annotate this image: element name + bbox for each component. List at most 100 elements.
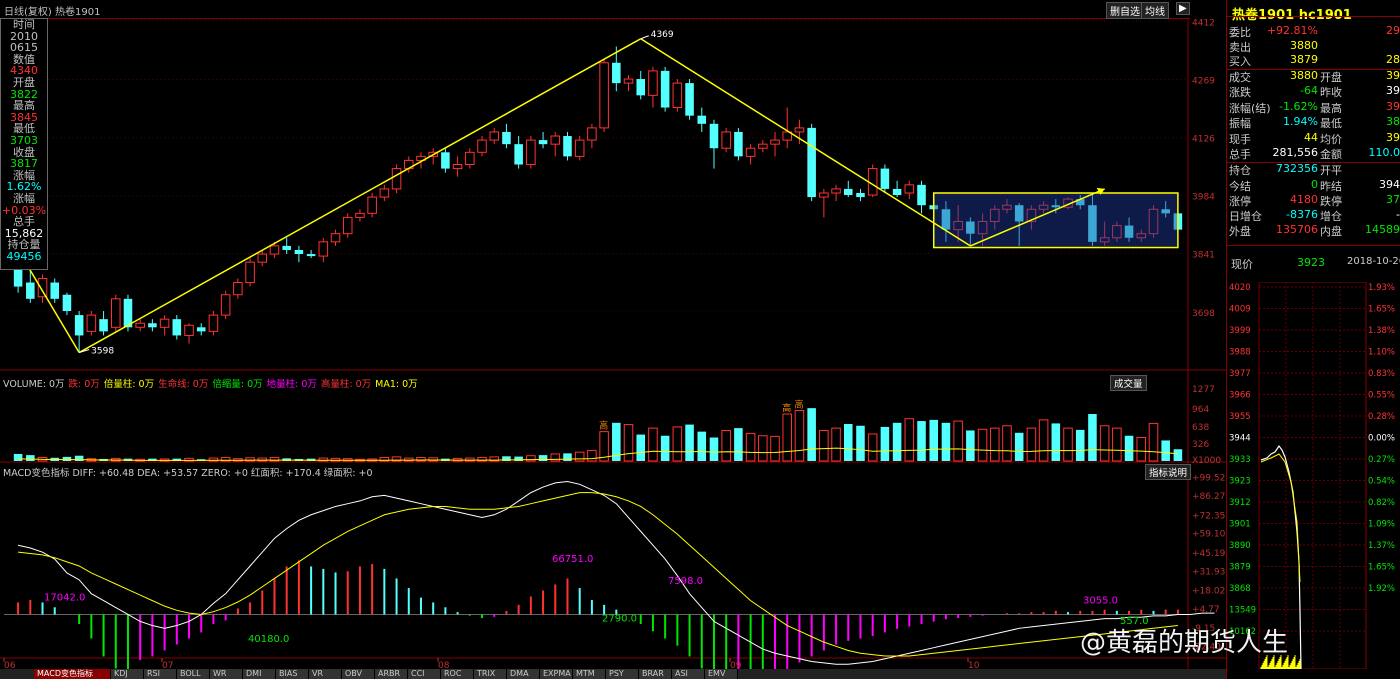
candle-body xyxy=(269,245,280,255)
indicator-tab[interactable]: CCI xyxy=(408,669,441,679)
mini-right-tick: 0.54% xyxy=(1368,477,1395,487)
current-price-row: 现价 3923 2018-10-26, xyxy=(1229,256,1400,271)
indicator-tab[interactable]: VR xyxy=(309,669,342,679)
candle-body xyxy=(843,188,853,196)
mini-left-tick: 4020 xyxy=(1229,283,1251,293)
mini-right-tick: 0.83% xyxy=(1368,369,1395,379)
play-icon[interactable]: ▶ xyxy=(1176,2,1190,15)
quote-divider xyxy=(1227,69,1400,70)
quote-label-2: 金额 xyxy=(1320,148,1342,161)
indicator-tab[interactable]: DMA xyxy=(507,669,540,679)
mini-left-tick: 3999 xyxy=(1229,326,1251,336)
current-price-label: 现价 xyxy=(1231,258,1253,271)
quote-label-2: 均价 xyxy=(1320,133,1342,146)
volume-indicator-button[interactable]: 成交量 xyxy=(1110,375,1147,391)
contract-title: 热卷1901 hc1901 xyxy=(1232,8,1352,23)
chart-header: 日线(复权) 热卷1901 删自选 均线 ▶ xyxy=(0,0,1190,19)
indicator-tab[interactable]: EXPMA xyxy=(540,669,573,679)
volume-bar xyxy=(709,437,719,461)
volume-high-marker: 高 xyxy=(794,398,803,410)
x-tick-label: 06 xyxy=(4,661,16,669)
quote-label-1: 涨停 xyxy=(1229,195,1251,208)
candle-body xyxy=(563,136,572,157)
volume-bar xyxy=(734,428,743,461)
moving-average-button[interactable]: 均线 xyxy=(1141,2,1169,19)
mini-right-tick: 1.92% xyxy=(1368,584,1395,594)
quote-value-1: 3880 xyxy=(1290,39,1318,52)
candle-body xyxy=(306,254,316,257)
candle-body xyxy=(917,184,926,206)
volume-legend-item: MA1: 0万 xyxy=(375,379,418,390)
indicator-tab[interactable]: ROC xyxy=(441,669,474,679)
volume-bar xyxy=(770,435,780,462)
volume-legend-item: 地量柱: 0万 xyxy=(266,379,317,390)
volume-bar xyxy=(989,427,1000,462)
candle-body xyxy=(574,139,585,157)
indicator-tab[interactable]: BRAR xyxy=(639,669,672,679)
intraday-mini-chart[interactable]: 4020 4009 3999 3988 3977 3966 3955 3944 3933 3923… xyxy=(1227,282,1400,669)
indicator-tab[interactable]: MTM xyxy=(573,669,606,679)
candle-body xyxy=(208,314,219,332)
volume-legend-item: 倍量柱: 0万 xyxy=(103,379,155,390)
indicator-tab[interactable]: EMV xyxy=(705,669,738,679)
quote-value-1: -8376 xyxy=(1286,208,1318,221)
info-value: 3703 xyxy=(10,133,38,147)
macd-legend: MACD变色指标 DIFF: +60.48 DEA: +53.57 ZERO: … xyxy=(3,468,373,479)
mini-right-tick: 0.00% xyxy=(1368,434,1395,444)
quote-label-1: 成交 xyxy=(1229,71,1251,84)
candle-body xyxy=(99,319,108,332)
quote-label-1: 日增仓 xyxy=(1229,210,1262,223)
indicator-tab[interactable]: BIAS xyxy=(276,669,309,679)
candle-body xyxy=(233,282,243,296)
indicator-tab[interactable]: MACD变色指标 xyxy=(34,669,111,679)
mini-left-tick: 3912 xyxy=(1229,498,1251,508)
quote-row: 外盘 135706 内盘 14589 xyxy=(1229,223,1400,238)
candle-body xyxy=(330,233,341,243)
indicator-tab[interactable]: BOLL xyxy=(177,669,210,679)
volume-bar xyxy=(1148,422,1159,462)
mini-left-tick: 3901 xyxy=(1229,520,1251,530)
indicator-tab[interactable]: WR xyxy=(210,669,243,679)
mini-right-tick: 0.27% xyxy=(1368,455,1395,465)
candle-body xyxy=(587,127,597,141)
quote-value-1: 732356 xyxy=(1276,162,1318,175)
volume-bar xyxy=(1161,440,1170,461)
chart-canvas[interactable]: 4412 4269 4126 3984 3841 3698 4369 3598 1277 964 6… xyxy=(0,18,1226,669)
price-tick-label: 3841 xyxy=(1192,251,1215,261)
candle-body xyxy=(245,261,255,284)
indicator-tab[interactable]: TRIX xyxy=(474,669,507,679)
macd-area-label: 2790.0 xyxy=(602,613,637,624)
indicator-tab[interactable]: DMI xyxy=(243,669,276,679)
candle-body xyxy=(257,253,268,263)
quote-label-2: 跌停 xyxy=(1320,195,1342,208)
volume-bar xyxy=(1136,437,1147,462)
indicator-tab[interactable]: PSY xyxy=(606,669,639,679)
candle-body xyxy=(196,327,206,332)
current-price-value: 3923 xyxy=(1297,256,1325,269)
candle-body xyxy=(220,294,231,316)
quote-row: 总手 281,556 金额 110.0 xyxy=(1229,146,1400,161)
quote-value-1: -1.62% xyxy=(1279,100,1318,113)
quote-label-1: 总手 xyxy=(1229,148,1251,161)
quote-value-2: - xyxy=(1396,208,1400,221)
high-pointer xyxy=(640,35,649,40)
quote-value-1: 281,556 xyxy=(1272,146,1319,159)
mini-right-tick: 1.65% xyxy=(1368,305,1395,315)
remove-watchlist-button[interactable]: 删自选 xyxy=(1106,2,1144,19)
indicator-tab[interactable]: RSI xyxy=(144,669,177,679)
volume-bar xyxy=(953,420,963,462)
indicator-help-button[interactable]: 指标说明 xyxy=(1145,464,1192,480)
mini-left-tick: 3944 xyxy=(1229,434,1251,444)
x-tick-label: 10 xyxy=(968,661,980,669)
price-tick-label: 3698 xyxy=(1192,309,1215,319)
candle-body xyxy=(489,131,500,141)
volume-bar xyxy=(941,422,951,461)
candle-body xyxy=(367,196,377,214)
quote-value-2: 39 xyxy=(1386,84,1400,97)
indicator-tab[interactable]: KDJ xyxy=(111,669,144,679)
candle-body xyxy=(391,168,402,190)
volume-legend-item: 高量柱: 0万 xyxy=(320,379,372,390)
indicator-tab[interactable]: ARBR xyxy=(375,669,408,679)
indicator-tab[interactable]: ASI xyxy=(672,669,705,679)
indicator-tab[interactable]: OBV xyxy=(342,669,375,679)
